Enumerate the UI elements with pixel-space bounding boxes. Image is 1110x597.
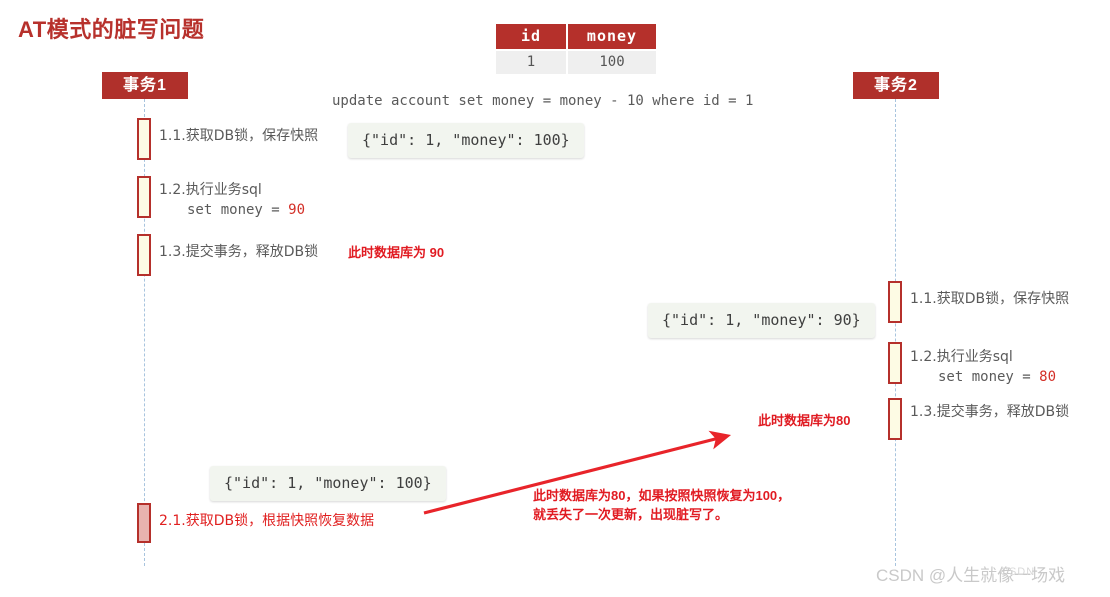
watermark-text: CSDN @人生就像一场戏 [876, 566, 1066, 585]
dirty-write-arrow-icon [423, 430, 732, 515]
diagram-canvas: AT模式的脏写问题 id money 1 100 事务1 update acco… [0, 0, 1110, 597]
watermark-logo: CSDN [1000, 566, 1036, 578]
